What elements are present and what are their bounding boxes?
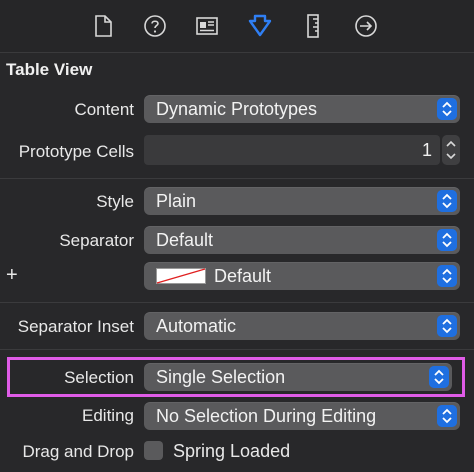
content-label: Content bbox=[74, 100, 134, 119]
content-value: Dynamic Prototypes bbox=[156, 99, 318, 119]
prototype-cells-stepper[interactable] bbox=[442, 135, 460, 165]
spring-loaded-label[interactable]: Spring Loaded bbox=[173, 441, 290, 462]
chevron-updown-icon bbox=[437, 98, 457, 120]
editing-label: Editing bbox=[82, 406, 134, 425]
chevron-updown-icon bbox=[437, 190, 457, 212]
prototype-cells-label: Prototype Cells bbox=[18, 142, 134, 161]
style-popup[interactable]: Plain bbox=[144, 187, 460, 215]
selection-label: Selection bbox=[64, 368, 134, 387]
chevron-updown-icon bbox=[437, 405, 457, 427]
divider bbox=[0, 349, 474, 350]
drag-and-drop-label: Drag and Drop bbox=[22, 442, 134, 461]
inspector-toolbar bbox=[0, 0, 474, 53]
ruler-icon[interactable] bbox=[300, 13, 326, 39]
section-title: Table View bbox=[6, 60, 93, 79]
prototype-cells-field[interactable]: 1 bbox=[144, 135, 440, 165]
separator-inset-label: Separator Inset bbox=[17, 317, 134, 336]
content-popup[interactable]: Dynamic Prototypes bbox=[144, 95, 460, 123]
separator-value: Default bbox=[156, 230, 214, 250]
style-label: Style bbox=[96, 192, 134, 211]
chevron-updown-icon bbox=[437, 315, 457, 337]
editing-value: No Selection During Editing bbox=[156, 406, 377, 426]
attributes-icon[interactable] bbox=[247, 13, 273, 39]
add-variation-button[interactable]: + bbox=[6, 264, 18, 287]
chevron-updown-icon bbox=[429, 366, 449, 388]
file-icon[interactable] bbox=[90, 13, 116, 39]
divider bbox=[0, 178, 474, 179]
identity-icon[interactable] bbox=[194, 13, 220, 39]
style-value: Plain bbox=[156, 191, 197, 211]
spring-loaded-checkbox[interactable] bbox=[144, 441, 163, 460]
selection-popup[interactable]: Single Selection bbox=[144, 363, 452, 391]
separator-color-popup[interactable]: Default bbox=[144, 262, 460, 290]
editing-popup[interactable]: No Selection During Editing bbox=[144, 402, 460, 430]
separator-color-value: Default bbox=[214, 266, 272, 286]
prototype-cells-value: 1 bbox=[421, 140, 432, 160]
separator-popup[interactable]: Default bbox=[144, 226, 460, 254]
separator-label: Separator bbox=[59, 231, 134, 250]
separator-inset-popup[interactable]: Automatic bbox=[144, 312, 460, 340]
connections-icon[interactable] bbox=[353, 13, 379, 39]
chevron-updown-icon bbox=[437, 265, 457, 287]
help-icon[interactable] bbox=[142, 13, 168, 39]
separator-inset-value: Automatic bbox=[156, 316, 237, 336]
selection-value: Single Selection bbox=[156, 367, 286, 387]
color-swatch-none bbox=[156, 268, 206, 284]
divider bbox=[0, 302, 474, 303]
chevron-updown-icon bbox=[437, 229, 457, 251]
